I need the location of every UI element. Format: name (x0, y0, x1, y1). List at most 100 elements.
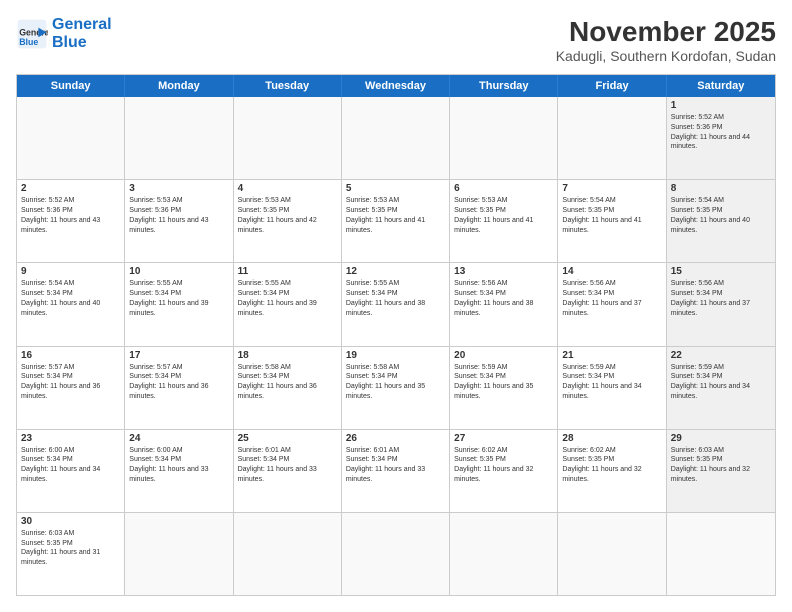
logo-text: General Blue (52, 16, 112, 51)
day-number: 29 (671, 433, 771, 444)
day-number: 8 (671, 183, 771, 194)
cal-cell: 14 Sunrise: 5:56 AM Sunset: 5:34 PM Dayli… (558, 263, 666, 345)
week-row-4: 23 Sunrise: 6:00 AM Sunset: 5:34 PM Dayli… (17, 430, 775, 513)
day-number: 1 (671, 100, 771, 111)
cal-cell: 21Sunrise: 5:59 AM Sunset: 5:34 PM Dayli… (558, 347, 666, 429)
cal-cell: 28 Sunrise: 6:02 AM Sunset: 5:35 PM Dayli… (558, 430, 666, 512)
cal-cell: 18 Sunrise: 5:58 AM Sunset: 5:34 PM Dayli… (234, 347, 342, 429)
calendar-body: 1 Sunrise: 5:52 AM Sunset: 5:36 PM Daylig… (17, 97, 775, 595)
svg-text:Blue: Blue (19, 37, 38, 47)
title-block: November 2025 Kadugli, Southern Kordofan… (556, 16, 776, 64)
day-number: 18 (238, 350, 337, 361)
cell-info: Sunrise: 6:03 AM Sunset: 5:35 PM Dayligh… (671, 446, 771, 485)
cal-cell: 13Sunrise: 5:56 AM Sunset: 5:34 PM Dayli… (450, 263, 558, 345)
cal-cell (125, 513, 233, 595)
day-number: 25 (238, 433, 337, 444)
day-number: 24 (129, 433, 228, 444)
calendar-header: SundayMondayTuesdayWednesdayThursdayFrid… (17, 75, 775, 97)
day-number: 4 (238, 183, 337, 194)
logo-icon: General Blue (16, 18, 48, 50)
cell-info: Sunrise: 5:54 AM Sunset: 5:34 PM Dayligh… (21, 279, 120, 318)
day-number: 9 (21, 266, 120, 277)
cell-info: Sunrise: 5:59 AM Sunset: 5:34 PM Dayligh… (671, 363, 771, 402)
cell-info: Sunrise: 5:53 AM Sunset: 5:35 PM Dayligh… (238, 196, 337, 235)
cal-cell: 24 Sunrise: 6:00 AM Sunset: 5:34 PM Dayli… (125, 430, 233, 512)
day-number: 7 (562, 183, 661, 194)
header-day-sunday: Sunday (17, 75, 125, 97)
cell-info: Sunrise: 5:54 AM Sunset: 5:35 PM Dayligh… (671, 196, 771, 235)
cal-cell: 20 Sunrise: 5:59 AM Sunset: 5:34 PM Dayli… (450, 347, 558, 429)
header-day-wednesday: Wednesday (342, 75, 450, 97)
cal-cell: 15 Sunrise: 5:56 AM Sunset: 5:34 PM Dayli… (667, 263, 775, 345)
cell-info: Sunrise: 6:02 AM Sunset: 5:35 PM Dayligh… (562, 446, 661, 485)
cal-cell (125, 97, 233, 179)
week-row-1: 2Sunrise: 5:52 AM Sunset: 5:36 PM Daylig… (17, 180, 775, 263)
day-number: 12 (346, 266, 445, 277)
cal-cell: 2Sunrise: 5:52 AM Sunset: 5:36 PM Daylig… (17, 180, 125, 262)
cal-cell: 30Sunrise: 6:03 AM Sunset: 5:35 PM Dayli… (17, 513, 125, 595)
cal-cell: 9 Sunrise: 5:54 AM Sunset: 5:34 PM Daylig… (17, 263, 125, 345)
day-number: 3 (129, 183, 228, 194)
cal-cell (342, 513, 450, 595)
day-number: 2 (21, 183, 120, 194)
logo-general: General (52, 16, 112, 33)
logo-blue: Blue (52, 34, 87, 51)
week-row-2: 9 Sunrise: 5:54 AM Sunset: 5:34 PM Daylig… (17, 263, 775, 346)
location-title: Kadugli, Southern Kordofan, Sudan (556, 48, 776, 64)
cell-info: Sunrise: 5:53 AM Sunset: 5:35 PM Dayligh… (346, 196, 445, 235)
day-number: 13 (454, 266, 553, 277)
header-day-tuesday: Tuesday (234, 75, 342, 97)
cell-info: Sunrise: 6:00 AM Sunset: 5:34 PM Dayligh… (129, 446, 228, 485)
cal-cell: 19 Sunrise: 5:58 AM Sunset: 5:34 PM Dayli… (342, 347, 450, 429)
cell-info: Sunrise: 5:58 AM Sunset: 5:34 PM Dayligh… (346, 363, 445, 402)
page: General Blue General Blue November 2025 … (0, 0, 792, 612)
header-day-friday: Friday (558, 75, 666, 97)
cal-cell: 11Sunrise: 5:55 AM Sunset: 5:34 PM Dayli… (234, 263, 342, 345)
day-number: 20 (454, 350, 553, 361)
cell-info: Sunrise: 5:56 AM Sunset: 5:34 PM Dayligh… (671, 279, 771, 318)
header: General Blue General Blue November 2025 … (16, 16, 776, 64)
day-number: 22 (671, 350, 771, 361)
cell-info: Sunrise: 6:01 AM Sunset: 5:34 PM Dayligh… (238, 446, 337, 485)
day-number: 16 (21, 350, 120, 361)
cal-cell: 4 Sunrise: 5:53 AM Sunset: 5:35 PM Daylig… (234, 180, 342, 262)
day-number: 19 (346, 350, 445, 361)
cal-cell (342, 97, 450, 179)
cal-cell: 23 Sunrise: 6:00 AM Sunset: 5:34 PM Dayli… (17, 430, 125, 512)
cal-cell: 8 Sunrise: 5:54 AM Sunset: 5:35 PM Daylig… (667, 180, 775, 262)
header-day-saturday: Saturday (667, 75, 775, 97)
cal-cell (234, 513, 342, 595)
header-day-thursday: Thursday (450, 75, 558, 97)
cal-cell: 25 Sunrise: 6:01 AM Sunset: 5:34 PM Dayli… (234, 430, 342, 512)
cal-cell: 22 Sunrise: 5:59 AM Sunset: 5:34 PM Dayli… (667, 347, 775, 429)
cal-cell (558, 513, 666, 595)
cell-info: Sunrise: 6:03 AM Sunset: 5:35 PM Dayligh… (21, 529, 120, 568)
cell-info: Sunrise: 5:56 AM Sunset: 5:34 PM Dayligh… (562, 279, 661, 318)
cell-info: Sunrise: 6:01 AM Sunset: 5:34 PM Dayligh… (346, 446, 445, 485)
cal-cell (558, 97, 666, 179)
week-row-5: 30Sunrise: 6:03 AM Sunset: 5:35 PM Dayli… (17, 513, 775, 595)
cell-info: Sunrise: 5:55 AM Sunset: 5:34 PM Dayligh… (346, 279, 445, 318)
cell-info: Sunrise: 5:55 AM Sunset: 5:34 PM Dayligh… (238, 279, 337, 318)
cal-cell (17, 97, 125, 179)
day-number: 28 (562, 433, 661, 444)
week-row-3: 16 Sunrise: 5:57 AM Sunset: 5:34 PM Dayli… (17, 347, 775, 430)
day-number: 5 (346, 183, 445, 194)
cell-info: Sunrise: 5:59 AM Sunset: 5:34 PM Dayligh… (454, 363, 553, 402)
header-day-monday: Monday (125, 75, 233, 97)
day-number: 15 (671, 266, 771, 277)
cal-cell (234, 97, 342, 179)
month-title: November 2025 (556, 16, 776, 48)
cell-info: Sunrise: 5:57 AM Sunset: 5:34 PM Dayligh… (129, 363, 228, 402)
cell-info: Sunrise: 5:55 AM Sunset: 5:34 PM Dayligh… (129, 279, 228, 318)
cal-cell: 27Sunrise: 6:02 AM Sunset: 5:35 PM Dayli… (450, 430, 558, 512)
day-number: 27 (454, 433, 553, 444)
cal-cell: 1 Sunrise: 5:52 AM Sunset: 5:36 PM Daylig… (667, 97, 775, 179)
cell-info: Sunrise: 5:52 AM Sunset: 5:36 PM Dayligh… (671, 113, 771, 152)
cell-info: Sunrise: 6:00 AM Sunset: 5:34 PM Dayligh… (21, 446, 120, 485)
day-number: 23 (21, 433, 120, 444)
cal-cell: 17Sunrise: 5:57 AM Sunset: 5:34 PM Dayli… (125, 347, 233, 429)
day-number: 14 (562, 266, 661, 277)
cal-cell: 10Sunrise: 5:55 AM Sunset: 5:34 PM Dayli… (125, 263, 233, 345)
cell-info: Sunrise: 5:58 AM Sunset: 5:34 PM Dayligh… (238, 363, 337, 402)
